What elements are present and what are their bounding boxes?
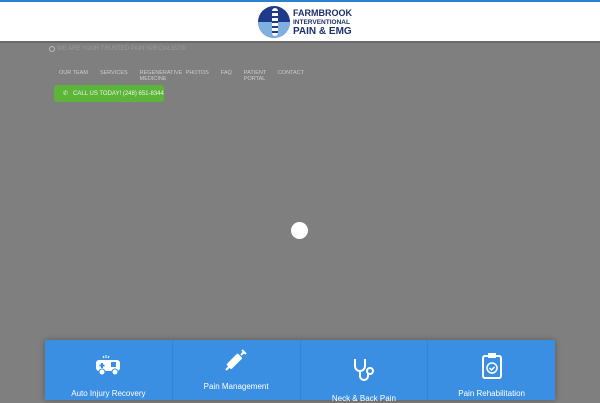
loading-spinner [291,222,308,239]
phone-icon: ✆ [63,91,69,97]
service-pain-management[interactable]: Pain Management [173,340,301,400]
stethoscope-icon [353,359,374,381]
nav-patient-portal[interactable]: PATIENT PORTAL [244,70,266,82]
service-neck-back-pain[interactable]: Neck & Back Pain [301,340,429,403]
logo-line-3: PAIN & EMG [293,25,352,37]
location-pin-icon [49,46,55,52]
ambulance-icon [96,355,121,376]
logo-line-1: FARMBROOK [293,7,352,18]
spine-logo-icon [258,6,290,38]
tagline-text: WE ARE YOUR TRUSTED PAIN SPECIALISTS! [57,46,187,52]
main-nav: OUR TEAM SERVICES REGENERATIVE MEDICINE … [59,70,304,82]
clipboard-check-icon [481,353,502,379]
service-label: Pain Rehabilitation [458,389,525,398]
call-button-label: CALL US TODAY! (248) 651-8344 [73,90,164,97]
syringe-icon [225,349,247,371]
nav-faq[interactable]: FAQ [221,70,232,82]
header: FARMBROOK INTERVENTIONAL PAIN & EMG [0,2,600,43]
call-button[interactable]: ✆ CALL US TODAY! (248) 651-8344 [54,85,164,102]
tagline: WE ARE YOUR TRUSTED PAIN SPECIALISTS! [49,46,186,52]
nav-contact[interactable]: CONTACT [278,70,304,82]
service-label: Neck & Back Pain [331,394,396,403]
service-label: Pain Management [203,382,269,391]
service-pain-rehabilitation[interactable]: Pain Rehabilitation [428,340,555,400]
nav-our-team[interactable]: OUR TEAM [59,70,88,82]
nav-regenerative-medicine[interactable]: REGENERATIVE MEDICINE [140,70,183,82]
logo[interactable]: FARMBROOK INTERVENTIONAL PAIN & EMG [258,6,352,38]
nav-services[interactable]: SERVICES [100,70,128,82]
nav-photos[interactable]: PHOTOS [186,70,209,82]
services-panel: Auto Injury Recovery Pain Management Nec… [45,340,555,403]
service-label: Auto Injury Recovery [71,389,146,398]
service-auto-injury[interactable]: Auto Injury Recovery [45,340,173,400]
